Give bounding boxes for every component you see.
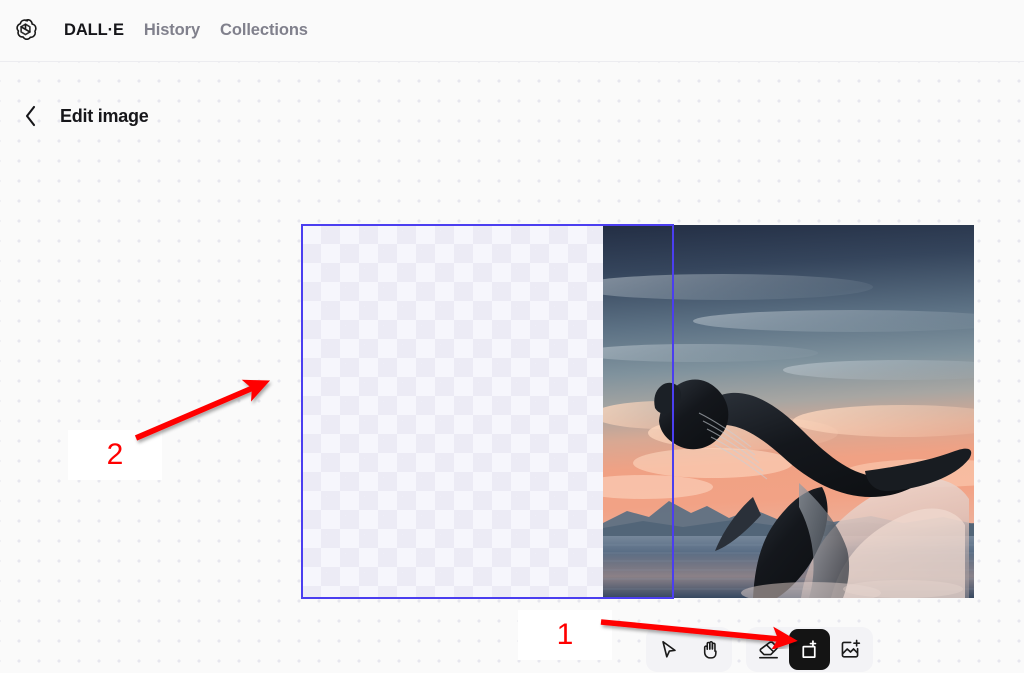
transparent-canvas-checkerboard[interactable] — [302, 225, 603, 598]
toolbar-group-navigation — [646, 627, 732, 672]
artboard[interactable] — [301, 224, 974, 599]
nav-item-history[interactable]: History — [134, 17, 210, 44]
hand-pan-icon[interactable] — [689, 629, 730, 670]
chevron-left-icon[interactable] — [20, 102, 42, 130]
openai-logo-icon[interactable] — [10, 16, 40, 46]
annotation-label-2: 2 — [68, 430, 162, 480]
generated-image[interactable] — [603, 225, 974, 598]
nav-item-dalle[interactable]: DALL·E — [54, 17, 134, 44]
page-header: Edit image — [20, 102, 149, 130]
crop-expand-icon[interactable] — [789, 629, 830, 670]
top-navigation-bar: DALL·E History Collections — [0, 0, 1024, 62]
cursor-select-icon[interactable] — [648, 629, 689, 670]
page-title: Edit image — [60, 105, 149, 126]
eraser-icon[interactable] — [748, 629, 789, 670]
toolbar-group-edit — [746, 627, 873, 672]
add-image-icon[interactable] — [830, 629, 871, 670]
annotation-label-1: 1 — [518, 610, 612, 660]
nav-item-collections[interactable]: Collections — [210, 17, 318, 44]
editor-canvas-workspace: Edit image — [0, 62, 1024, 673]
editor-toolbar — [646, 627, 873, 672]
